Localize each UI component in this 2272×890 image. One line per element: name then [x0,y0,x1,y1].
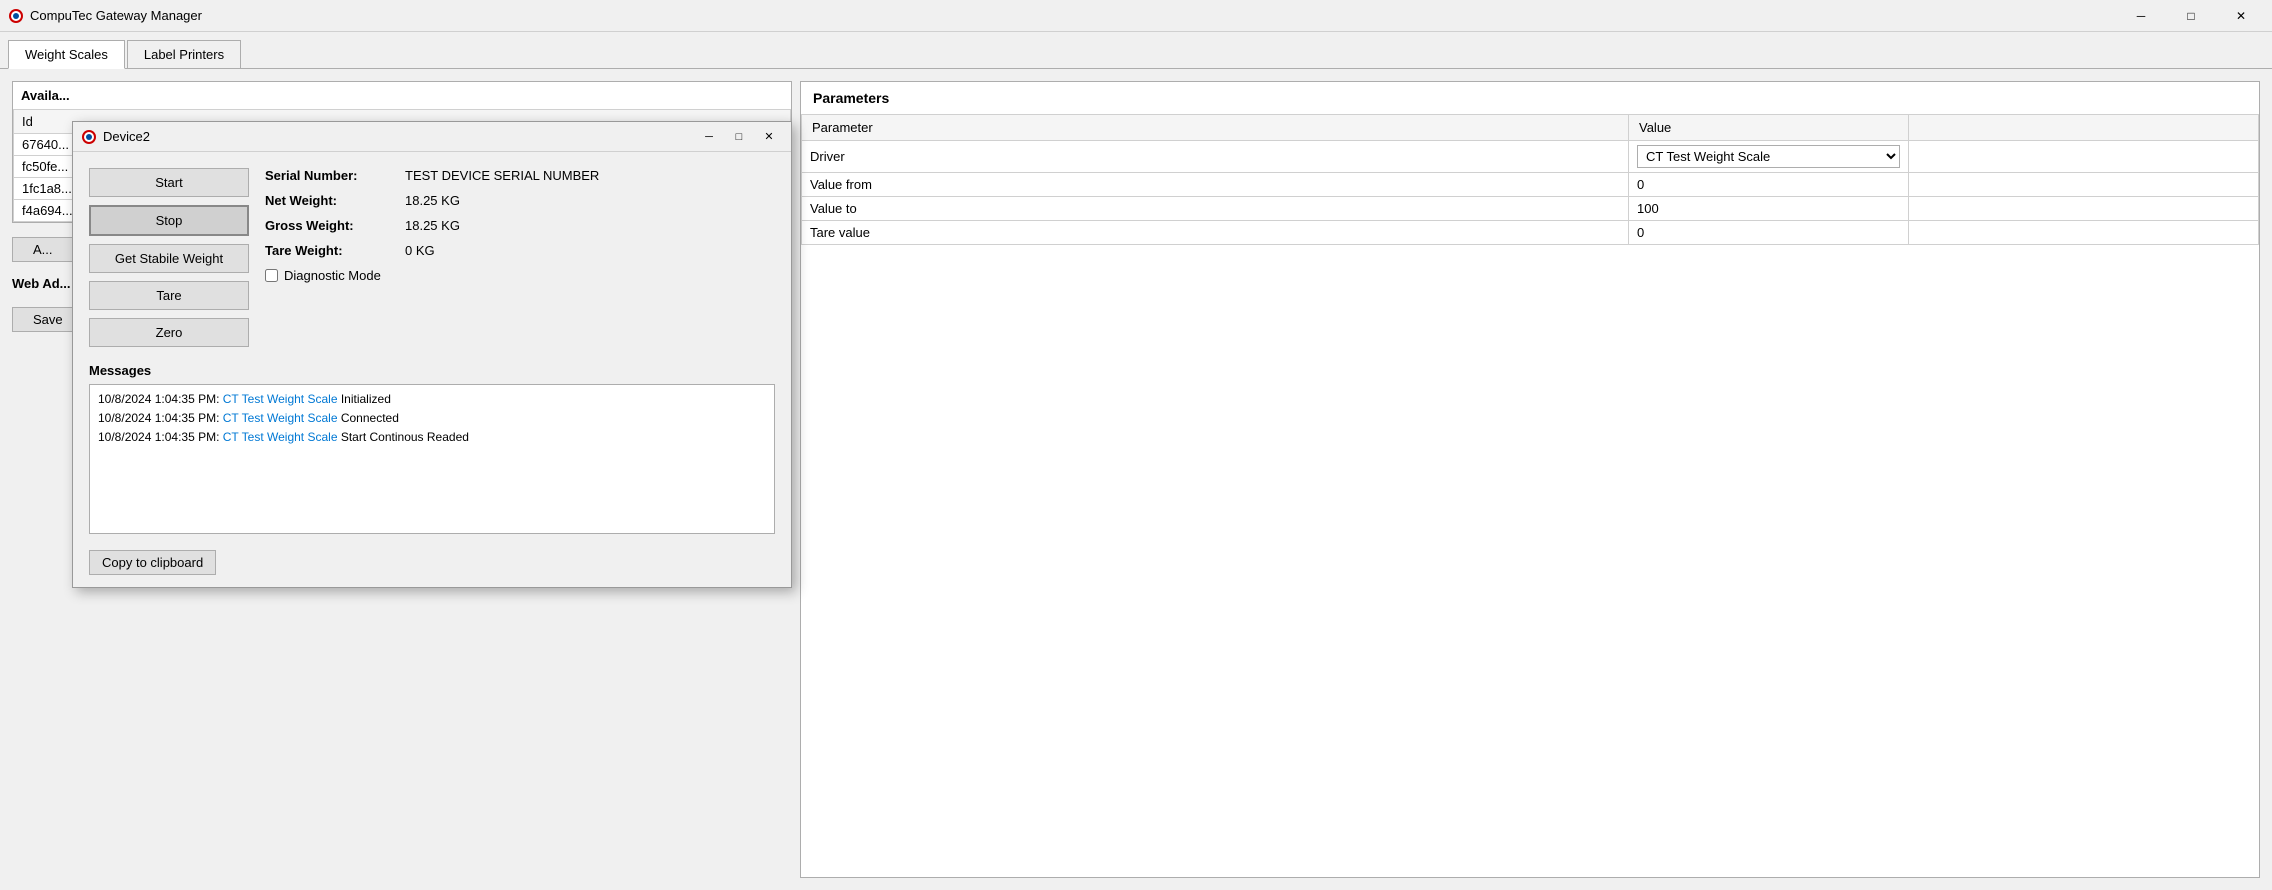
right-panel: Parameters Parameter Value Driver CT Tes [800,81,2260,878]
gross-weight-row: Gross Weight: 18.25 KG [265,218,775,233]
content-area: Availa... Id 67640... fc50fe... [0,69,2272,890]
param-label-value-to: Value to [802,197,1629,221]
zero-button[interactable]: Zero [89,318,249,347]
close-button[interactable]: ✕ [2218,0,2264,32]
param-extra-value-from [1909,173,2259,197]
tab-label-printers[interactable]: Label Printers [127,40,241,68]
param-label-driver: Driver [802,141,1629,173]
param-extra-driver [1909,141,2259,173]
param-header-extra [1909,115,2259,141]
driver-select[interactable]: CT Test Weight Scale [1637,145,1900,168]
param-label-tare-value: Tare value [802,221,1629,245]
stop-button[interactable]: Stop [89,205,249,236]
dialog-buttons: Start Stop Get Stabile Weight Tare Zero [89,168,249,347]
dialog-title-bar: Device2 ─ □ ✕ [73,122,791,152]
serial-number-value: TEST DEVICE SERIAL NUMBER [405,168,599,183]
dialog-maximize-button[interactable]: □ [725,126,753,148]
param-value-value-to: 100 [1629,197,1909,221]
title-bar-left: CompuTec Gateway Manager [8,8,202,24]
tare-weight-label: Tare Weight: [265,243,405,258]
dialog-title-left: Device2 [81,129,150,145]
param-row-tare-value: Tare value 0 [802,221,2259,245]
param-label-value-from: Value from [802,173,1629,197]
tabs-bar: Weight Scales Label Printers [0,32,2272,69]
param-header-parameter: Parameter [802,115,1629,141]
left-panel: Availa... Id 67640... fc50fe... [12,81,792,878]
app-logo-icon [8,8,24,24]
maximize-button[interactable]: □ [2168,0,2214,32]
parameters-header: Parameters [801,82,2259,114]
serial-number-row: Serial Number: TEST DEVICE SERIAL NUMBER [265,168,775,183]
device-dialog: Device2 ─ □ ✕ Start Stop [72,121,792,588]
diagnostic-mode-checkbox[interactable] [265,269,278,282]
dialog-overlay: Device2 ─ □ ✕ Start Stop [12,81,792,878]
param-row-value-to: Value to 100 [802,197,2259,221]
param-value-driver: CT Test Weight Scale [1629,141,1909,173]
get-stable-weight-button[interactable]: Get Stabile Weight [89,244,249,273]
dialog-title-controls: ─ □ ✕ [695,126,783,148]
param-header-value: Value [1629,115,1909,141]
dialog-minimize-button[interactable]: ─ [695,126,723,148]
param-extra-tare-value [1909,221,2259,245]
tare-weight-value: 0 KG [405,243,435,258]
add-button[interactable]: A... [12,237,74,262]
minimize-button[interactable]: ─ [2118,0,2164,32]
parameters-table: Parameter Value Driver CT Test Weight Sc… [801,114,2259,245]
dialog-close-button[interactable]: ✕ [755,126,783,148]
net-weight-label: Net Weight: [265,193,405,208]
messages-section: Messages 10/8/2024 1:04:35 PM: CT Test W… [73,363,791,542]
message-line: 10/8/2024 1:04:35 PM: CT Test Weight Sca… [98,429,766,446]
dialog-title: Device2 [103,129,150,144]
tab-weight-scales[interactable]: Weight Scales [8,40,125,69]
dialog-info: Serial Number: TEST DEVICE SERIAL NUMBER… [265,168,775,347]
gross-weight-value: 18.25 KG [405,218,460,233]
diagnostic-mode-label: Diagnostic Mode [284,268,381,283]
param-value-tare-value: 0 [1629,221,1909,245]
param-row-value-from: Value from 0 [802,173,2259,197]
net-weight-value: 18.25 KG [405,193,460,208]
messages-header: Messages [89,363,775,378]
title-bar: CompuTec Gateway Manager ─ □ ✕ [0,0,2272,32]
gross-weight-label: Gross Weight: [265,218,405,233]
serial-number-label: Serial Number: [265,168,405,183]
start-button[interactable]: Start [89,168,249,197]
app-title: CompuTec Gateway Manager [30,8,202,23]
tare-button[interactable]: Tare [89,281,249,310]
dialog-body: Start Stop Get Stabile Weight Tare Zero … [73,152,791,363]
net-weight-row: Net Weight: 18.25 KG [265,193,775,208]
param-extra-value-to [1909,197,2259,221]
message-line: 10/8/2024 1:04:35 PM: CT Test Weight Sca… [98,410,766,427]
message-line: 10/8/2024 1:04:35 PM: CT Test Weight Sca… [98,391,766,408]
available-header: Availa... [13,82,791,109]
messages-box[interactable]: 10/8/2024 1:04:35 PM: CT Test Weight Sca… [89,384,775,534]
window-controls: ─ □ ✕ [2118,0,2264,32]
copy-to-clipboard-button[interactable]: Copy to clipboard [89,550,216,575]
tare-weight-row: Tare Weight: 0 KG [265,243,775,258]
main-content: Weight Scales Label Printers Availa... I… [0,32,2272,890]
dialog-footer: Copy to clipboard [73,542,791,587]
param-row-driver: Driver CT Test Weight Scale [802,141,2259,173]
param-value-value-from: 0 [1629,173,1909,197]
dialog-logo-icon [81,129,97,145]
diagnostic-mode-row: Diagnostic Mode [265,268,775,283]
